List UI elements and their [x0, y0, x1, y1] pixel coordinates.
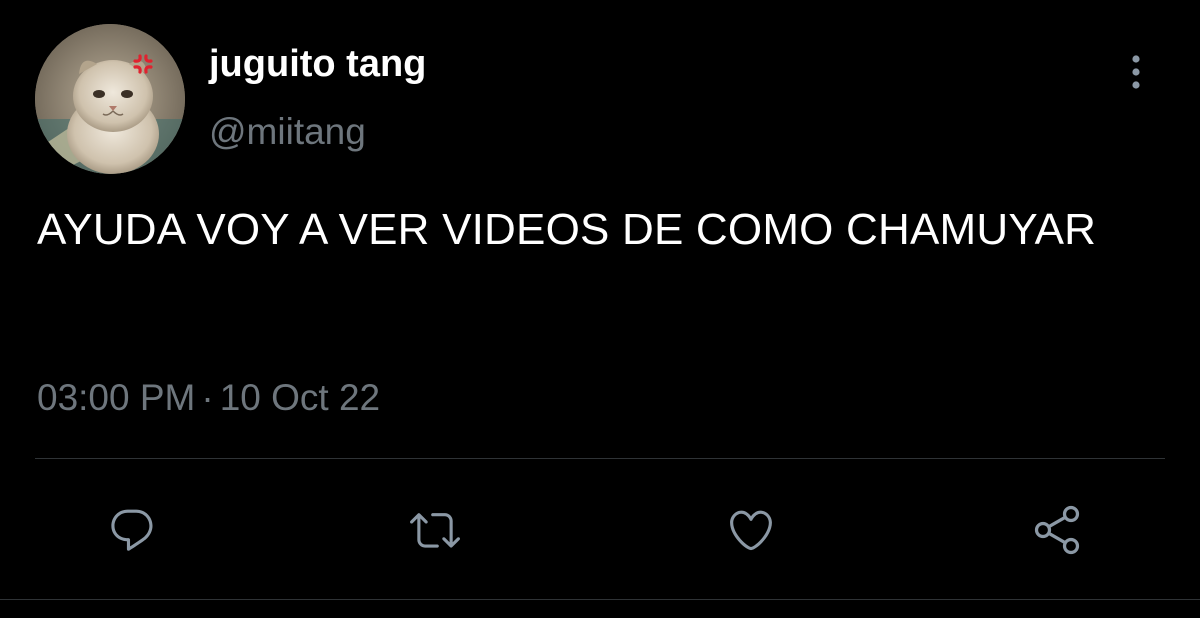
- user-handle[interactable]: @miitang: [209, 108, 366, 156]
- retweet-icon: [410, 513, 460, 548]
- tweet-text: AYUDA VOY A VER VIDEOS DE COMO CHAMUYAR: [37, 205, 1097, 254]
- more-options-button[interactable]: [1118, 52, 1154, 92]
- tweet-timestamp[interactable]: 03:00 PM · 10 Oct 22: [37, 374, 380, 422]
- reply-icon: [111, 509, 153, 551]
- divider: [35, 458, 1165, 459]
- meta-separator: ·: [201, 377, 214, 418]
- tweet-card: juguito tang @miitang AYUDA VOY A VER VI…: [0, 0, 1200, 618]
- more-vertical-icon: [1132, 55, 1140, 89]
- reply-button[interactable]: [105, 503, 159, 557]
- tweet-date: 10 Oct 22: [219, 377, 381, 418]
- display-name[interactable]: juguito tang: [209, 40, 426, 88]
- tweet-time: 03:00 PM: [37, 377, 196, 418]
- retweet-button[interactable]: [408, 503, 462, 557]
- heart-icon: [730, 510, 772, 551]
- bottom-divider: [0, 599, 1200, 600]
- avatar[interactable]: [35, 24, 185, 174]
- like-button[interactable]: [724, 503, 778, 557]
- kitten-avatar-image: [35, 24, 185, 174]
- share-button[interactable]: [1030, 503, 1084, 557]
- share-icon: [1034, 505, 1080, 555]
